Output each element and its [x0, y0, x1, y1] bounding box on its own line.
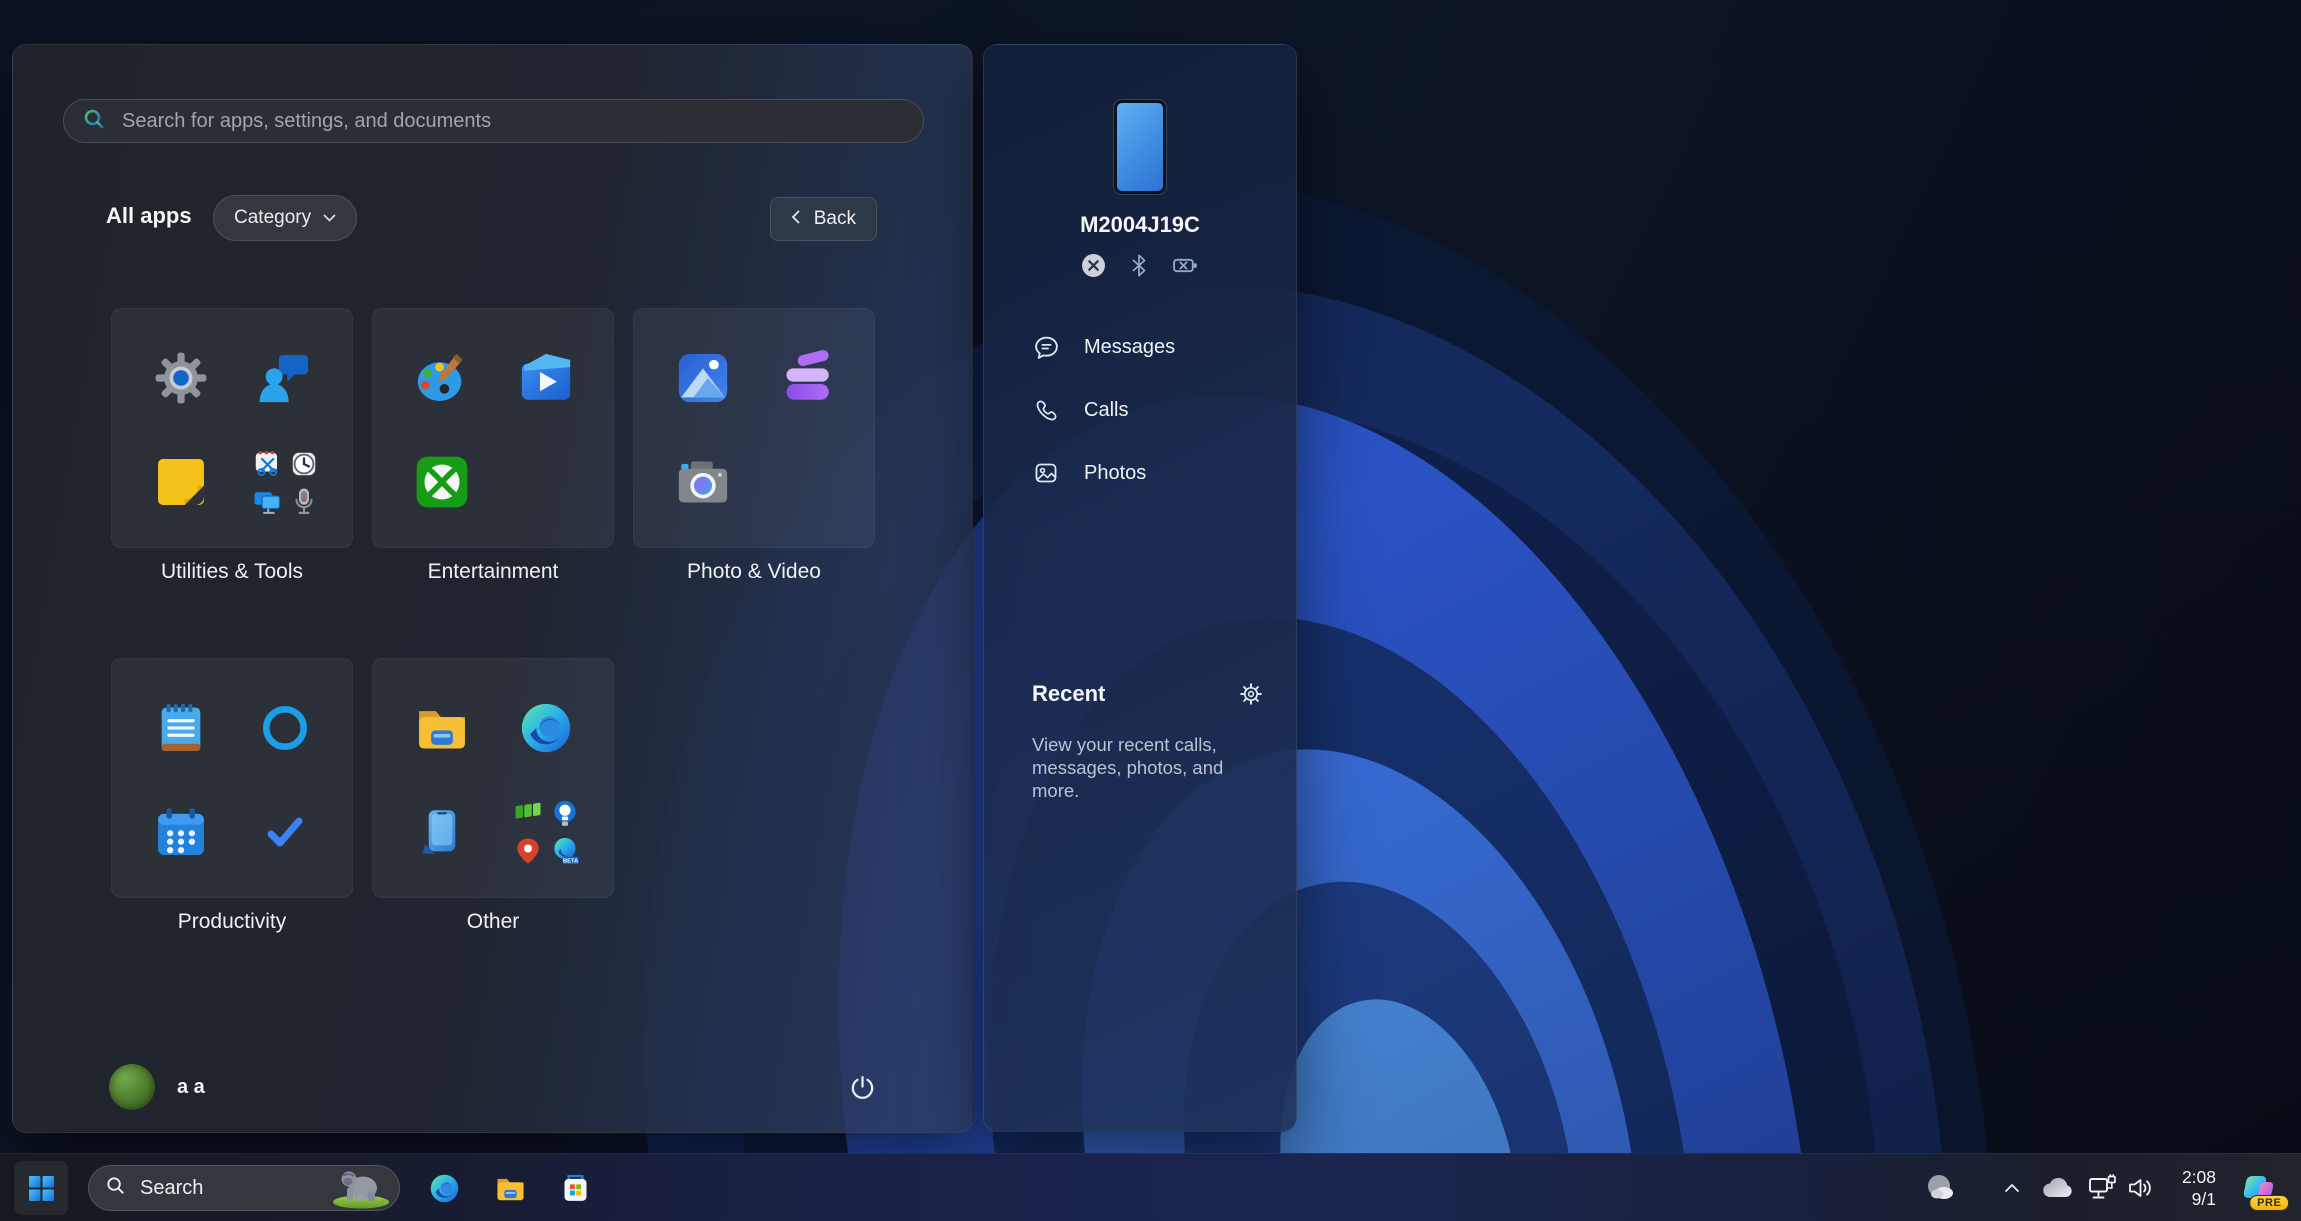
taskbar-file-explorer[interactable]: [483, 1161, 537, 1215]
taskbar-search-box[interactable]: Search: [88, 1165, 400, 1211]
all-apps-title: All apps: [106, 203, 192, 228]
power-button[interactable]: [840, 1065, 884, 1109]
user-name[interactable]: a a: [177, 1076, 205, 1099]
start-menu-user-bar: a a: [13, 1042, 972, 1132]
to-do-icon: [251, 798, 319, 866]
search-icon: [82, 107, 106, 136]
chevron-down-icon: [323, 207, 336, 229]
utilities-mini-apps: [252, 449, 319, 516]
edge-beta-icon: BETA: [553, 837, 579, 864]
desktop: All apps Category Back: [0, 0, 2301, 1221]
folder-tile[interactable]: [633, 308, 875, 548]
phone-link-icon: [408, 798, 476, 866]
other-mini-apps: BETA: [513, 799, 580, 866]
search-image-gorilla: [313, 1166, 397, 1210]
battery-unknown-icon: [1172, 253, 1199, 283]
phone-menu-calls[interactable]: Calls: [984, 388, 1296, 432]
folder-label: Entertainment: [427, 560, 559, 583]
category-dropdown-label: Category: [234, 207, 312, 228]
bluetooth-icon: [1128, 253, 1150, 283]
photos-outline-icon: [1032, 460, 1060, 486]
recent-settings-gear-icon[interactable]: [1238, 681, 1264, 707]
taskbar-microsoft-store[interactable]: [548, 1161, 602, 1215]
folder-label: Other: [466, 910, 520, 933]
start-search-box[interactable]: [63, 99, 924, 143]
back-button-label: Back: [813, 208, 856, 229]
phone-menu-label: Messages: [1084, 335, 1176, 358]
calendar-icon: [147, 798, 215, 866]
clock-time: 2:08: [2181, 1167, 2216, 1187]
windows-logo-icon: [28, 1175, 54, 1201]
get-help-icon: [251, 344, 319, 412]
copilot-pre-badge: PRE: [2249, 1195, 2290, 1211]
copilot-button[interactable]: PRE: [2233, 1163, 2290, 1213]
all-apps-header: All apps Category Back: [13, 195, 972, 243]
notepad-icon: [147, 694, 215, 762]
folder-other[interactable]: BETA Other: [372, 658, 614, 933]
tips-icon: [553, 800, 576, 826]
sticky-notes-icon: [147, 448, 215, 516]
messages-icon: [1032, 334, 1060, 361]
clock-date: 9/1: [2191, 1189, 2216, 1209]
photos-icon: [669, 344, 737, 412]
chevron-left-icon: [791, 208, 800, 230]
back-button[interactable]: Back: [769, 197, 877, 241]
start-menu: All apps Category Back: [12, 44, 973, 1133]
widgets-weather-icon[interactable]: [1915, 1161, 1965, 1215]
taskbar-clock[interactable]: 2:08 9/1: [2150, 1161, 2216, 1215]
folder-photo-video[interactable]: Photo & Video: [633, 308, 875, 583]
camera-icon: [669, 448, 737, 516]
search-icon: [105, 1175, 126, 1201]
folder-tile[interactable]: [111, 658, 353, 898]
folder-label: Utilities & Tools: [161, 560, 303, 583]
recent-description: View your recent calls, messages, photos…: [1032, 734, 1224, 801]
svg-text:BETA: BETA: [563, 858, 578, 864]
edge-icon: [512, 694, 580, 762]
remote-desktop-icon: [254, 491, 280, 514]
calls-icon: [1032, 398, 1060, 423]
taskbar: Search 2:08 9/1 PRE: [0, 1153, 2301, 1221]
taskbar-search-label: Search: [140, 1176, 204, 1199]
phone-menu-label: Calls: [1084, 398, 1129, 421]
disconnected-icon: [1081, 253, 1106, 283]
start-search-input[interactable]: [120, 108, 905, 134]
phone-device-name: M2004J19C: [1080, 212, 1200, 237]
folder-label: Photo & Video: [687, 560, 821, 583]
folder-tile[interactable]: BETA: [372, 658, 614, 898]
folder-productivity[interactable]: Productivity: [111, 658, 353, 933]
folder-tile[interactable]: [111, 308, 353, 548]
start-button[interactable]: [14, 1161, 68, 1215]
voice-recorder-icon: [294, 488, 313, 514]
recent-title: Recent: [1032, 681, 1106, 706]
cortana-icon: [251, 694, 319, 762]
phone-status-row: [984, 253, 1296, 283]
phone-menu-label: Photos: [1084, 461, 1147, 484]
phone-preview-image: [1114, 100, 1166, 194]
xbox-icon: [408, 448, 476, 516]
green-tiles-app-icon: [515, 802, 540, 818]
phone-menu-messages[interactable]: Messages: [984, 325, 1296, 369]
file-explorer-icon: [408, 694, 476, 762]
settings-icon: [147, 344, 215, 412]
folder-utilities-tools[interactable]: Utilities & Tools: [111, 308, 353, 583]
folder-label: Productivity: [177, 910, 287, 933]
phone-menu-photos[interactable]: Photos: [984, 451, 1296, 495]
hidden-icons-chevron-icon[interactable]: [1994, 1161, 2030, 1215]
maps-icon: [516, 838, 539, 863]
category-dropdown-button[interactable]: Category: [213, 195, 358, 241]
folder-tile[interactable]: [372, 308, 614, 548]
phone-link-panel: M2004J19C Messages Calls Photos Recent V…: [983, 44, 1297, 1132]
user-avatar[interactable]: [109, 1064, 155, 1110]
clipchamp-icon: [773, 344, 841, 412]
onedrive-icon[interactable]: [2036, 1161, 2078, 1215]
network-icon[interactable]: [2082, 1161, 2122, 1215]
snipping-tool-icon: [255, 450, 277, 476]
folder-entertainment[interactable]: Entertainment: [372, 308, 614, 583]
clock-icon: [292, 452, 315, 475]
paint-icon: [408, 344, 476, 412]
media-player-icon: [512, 344, 580, 412]
taskbar-edge[interactable]: [417, 1161, 471, 1215]
